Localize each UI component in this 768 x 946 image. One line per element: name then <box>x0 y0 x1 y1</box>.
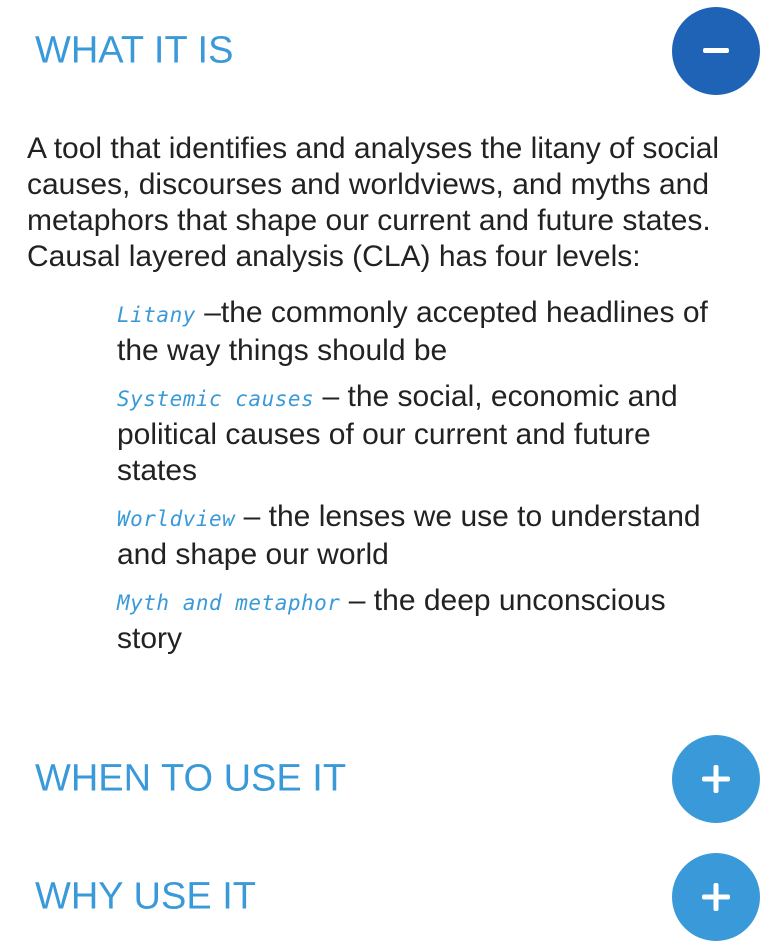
section-header-when-to-use-it[interactable]: WHEN TO USE IT <box>0 734 768 824</box>
expand-toggle-button[interactable] <box>672 853 760 941</box>
level-term: Myth and metaphor <box>117 591 341 615</box>
plus-icon <box>702 765 730 793</box>
level-item-systemic-causes: Systemic causes – the social, economic a… <box>117 379 727 489</box>
level-description: –the commonly accepted headlines of the … <box>117 296 708 367</box>
intro-paragraph: A tool that identifies and analyses the … <box>27 132 720 273</box>
section-header-what-it-is[interactable]: WHAT IT IS <box>0 6 768 96</box>
level-term: Litany <box>117 303 196 327</box>
levels-list: Litany –the commonly accepted headlines … <box>27 295 727 657</box>
section-title-why-use-it: WHY USE IT <box>35 875 256 918</box>
level-item-litany: Litany –the commonly accepted headlines … <box>117 295 727 369</box>
section-content-what-it-is: A tool that identifies and analyses the … <box>27 131 727 667</box>
section-title-what-it-is: WHAT IT IS <box>35 29 234 72</box>
level-item-myth-and-metaphor: Myth and metaphor – the deep unconscious… <box>117 583 727 657</box>
section-header-why-use-it[interactable]: WHY USE IT <box>0 852 768 942</box>
collapse-toggle-button[interactable] <box>672 7 760 95</box>
plus-icon <box>702 883 730 911</box>
level-term: Worldview <box>117 507 236 531</box>
level-item-worldview: Worldview – the lenses we use to underst… <box>117 499 727 573</box>
section-title-when-to-use-it: WHEN TO USE IT <box>35 757 347 800</box>
expand-toggle-button[interactable] <box>672 735 760 823</box>
level-term: Systemic causes <box>117 387 315 411</box>
minus-icon <box>703 48 729 53</box>
